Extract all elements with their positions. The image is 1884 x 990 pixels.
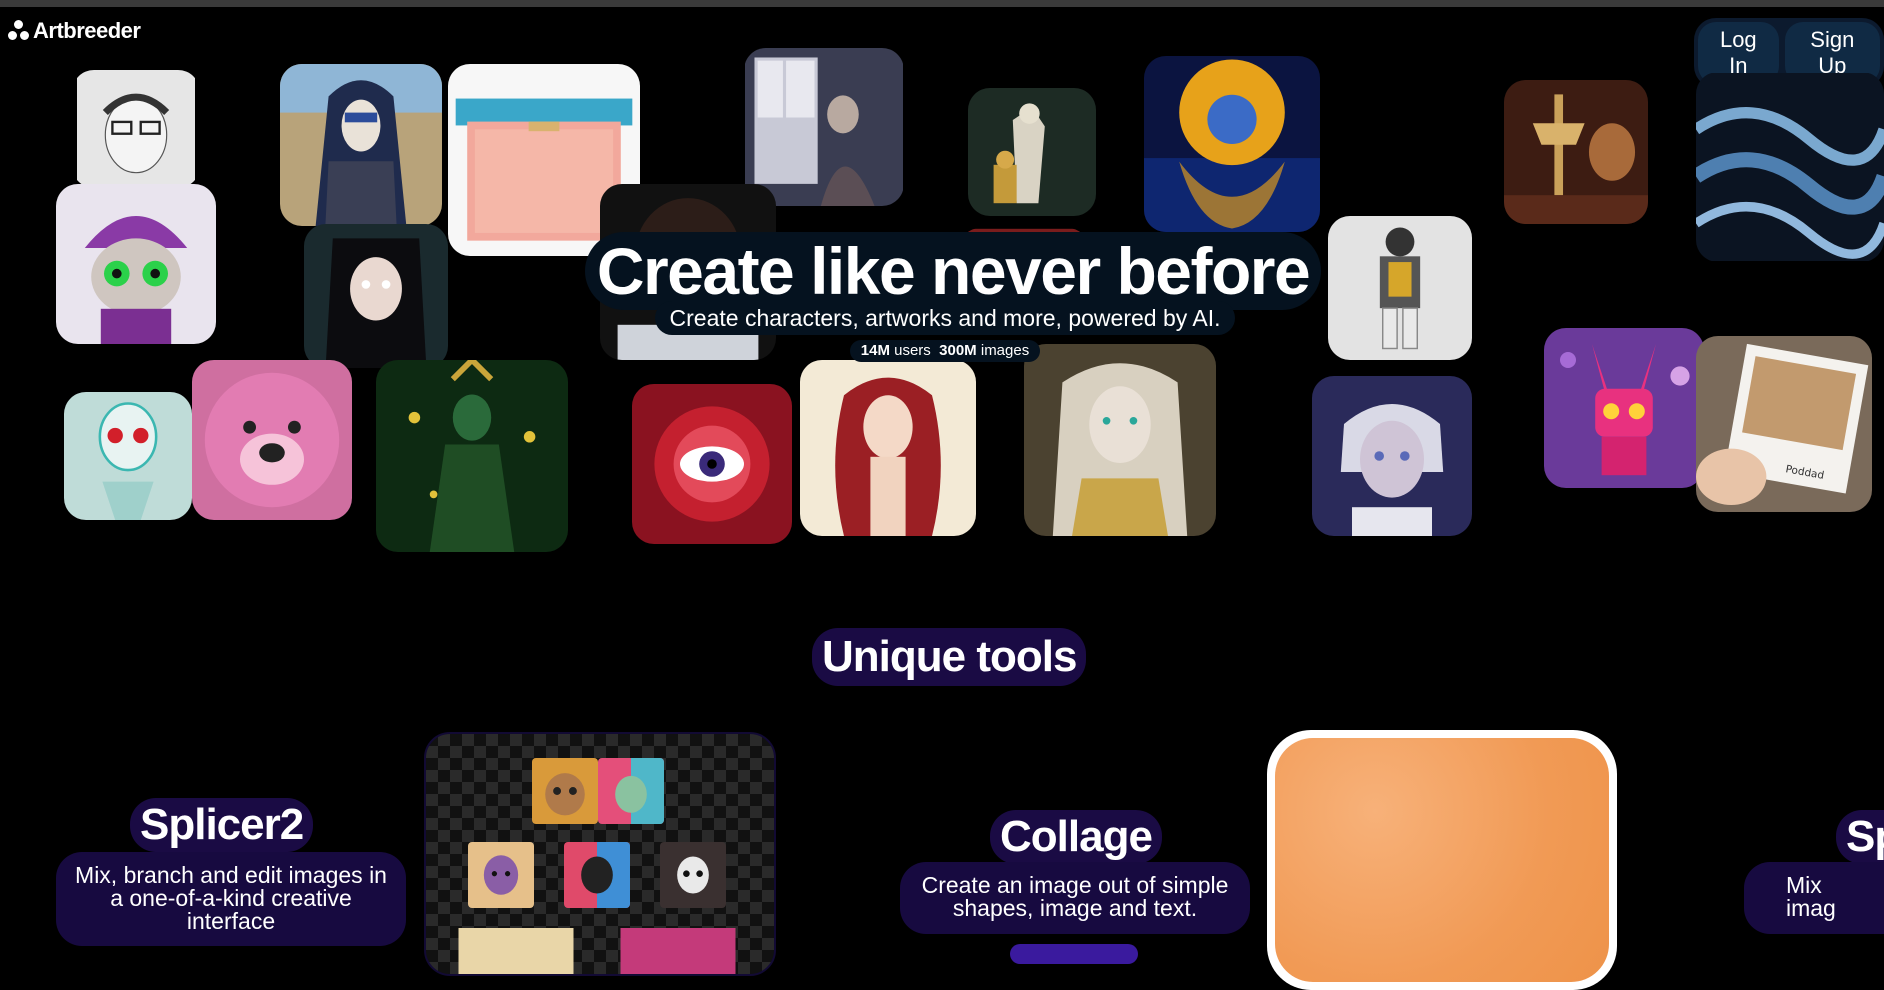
users-label: users (894, 342, 931, 359)
gallery-tile[interactable] (1144, 56, 1320, 232)
tool-name-splicer2[interactable]: Splicer2 (130, 798, 314, 852)
top-border (0, 0, 1884, 7)
preview-thumb[interactable] (612, 928, 744, 974)
collage-preview[interactable] (1267, 730, 1617, 990)
gallery-tile[interactable] (72, 70, 200, 188)
collage-cta-button[interactable] (1010, 944, 1138, 964)
gallery-tile[interactable] (280, 64, 442, 226)
gallery-tile[interactable] (744, 48, 904, 206)
splicer-preview[interactable] (424, 732, 776, 976)
gallery-tile[interactable] (968, 88, 1096, 216)
hero-title: Create like never before (585, 232, 1321, 310)
gallery-tile[interactable] (1544, 328, 1704, 488)
preview-thumb[interactable] (532, 758, 598, 824)
images-label: images (980, 342, 1030, 359)
gallery-tile[interactable] (632, 384, 792, 544)
tool-desc-collage: Create an image out of simple shapes, im… (900, 862, 1250, 934)
gallery-tile[interactable] (56, 184, 216, 344)
gallery-tile[interactable] (1024, 344, 1216, 536)
collage-canvas (1275, 738, 1609, 982)
gallery-tile[interactable] (376, 360, 568, 552)
images-count: 300M (939, 342, 977, 359)
preview-thumb[interactable] (564, 842, 630, 908)
tool-name-partial[interactable]: Sp (1836, 810, 1884, 864)
gallery-tile[interactable] (1328, 216, 1472, 360)
tools-heading: Unique tools (812, 628, 1087, 686)
hero-subtitle: Create characters, artworks and more, po… (655, 301, 1235, 335)
gallery-tile[interactable] (192, 360, 352, 520)
gallery-tile[interactable] (64, 392, 192, 520)
users-count: 14M (860, 342, 890, 359)
gallery-tile[interactable]: Poddad (1696, 336, 1872, 512)
gallery-tile[interactable] (1312, 376, 1472, 536)
tool-name-collage[interactable]: Collage (990, 810, 1162, 864)
preview-thumb[interactable] (450, 928, 582, 974)
gallery-tile[interactable] (1696, 72, 1884, 262)
artbreeder-logo[interactable]: Artbreeder (8, 18, 141, 44)
logo-text: Artbreeder (33, 18, 141, 43)
hero-stats: 14M users 300M images (850, 340, 1040, 362)
gallery-tile[interactable] (304, 224, 448, 368)
logo-icon (8, 20, 30, 42)
preview-thumb[interactable] (598, 758, 664, 824)
tool-desc-partial: Mix imag (1744, 862, 1884, 934)
gallery-tile[interactable] (800, 360, 976, 536)
preview-thumb[interactable] (660, 842, 726, 908)
gallery-tile[interactable] (1504, 80, 1648, 224)
tool-desc-splicer2: Mix, branch and edit images in a one-of-… (56, 852, 406, 946)
preview-thumb[interactable] (468, 842, 534, 908)
